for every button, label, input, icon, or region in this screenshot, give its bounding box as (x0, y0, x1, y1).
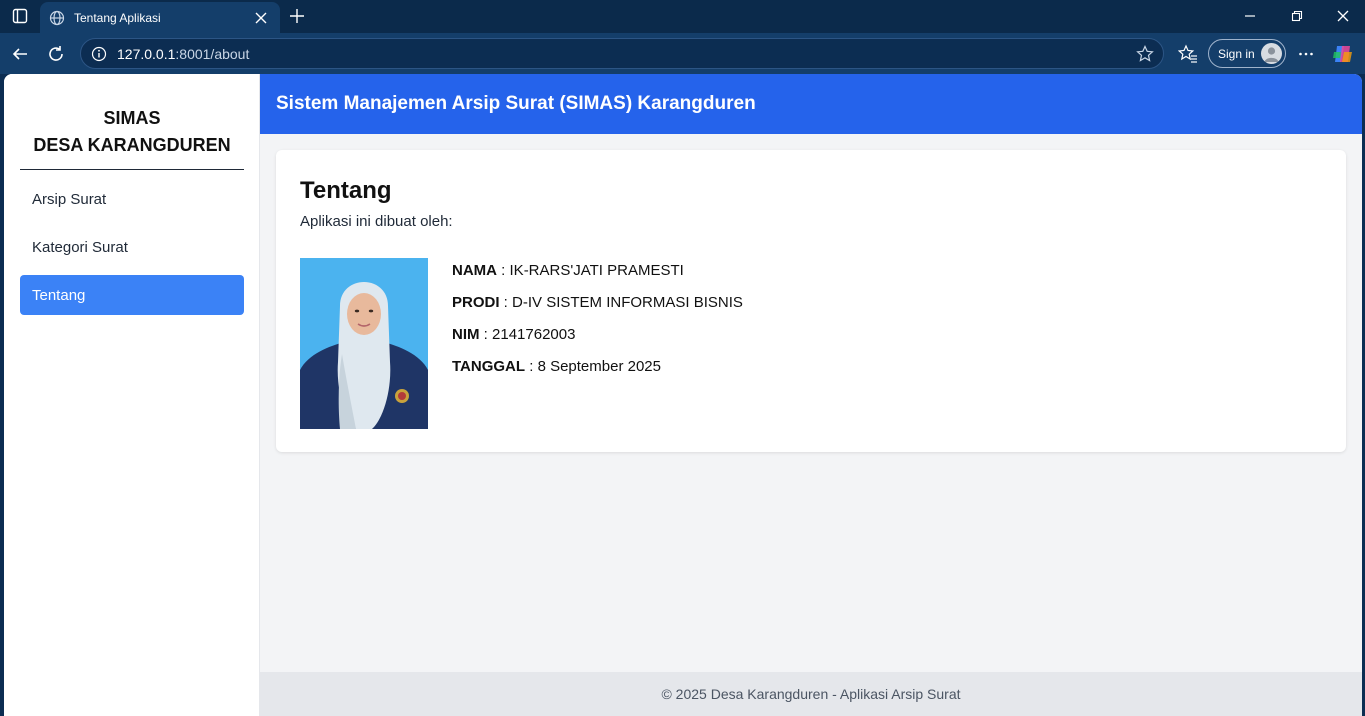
detail-nim: NIM : 2141762003 (452, 326, 576, 343)
sign-in-button[interactable]: Sign in (1208, 39, 1286, 68)
brand-title: SIMAS (103, 108, 161, 128)
more-options-icon[interactable] (1294, 42, 1318, 66)
footer-text: © 2025 Desa Karangduren - Aplikasi Arsip… (661, 686, 961, 702)
sidebar-item-tentang[interactable]: Tentang (20, 275, 244, 315)
url-text: 127.0.0.1:8001/about (117, 46, 249, 62)
profile-avatar-icon (1261, 43, 1282, 64)
detail-label: NIM (452, 326, 480, 343)
detail-value: 2141762003 (492, 326, 576, 343)
copilot-icon[interactable] (1331, 42, 1355, 66)
detail-label: NAMA (452, 262, 497, 279)
author-details: NAMA : IK-RARS'JATI PRAMESTI PRODI : D-I… (452, 260, 743, 388)
minimize-icon[interactable] (1238, 4, 1262, 28)
detail-value: 8 September 2025 (537, 358, 661, 375)
page-title: Tentang (300, 177, 392, 204)
about-subtitle: Aplikasi ini dibuat oleh: (300, 213, 453, 230)
sidebar: SIMAS DESA KARANGDUREN Arsip Surat Kateg… (4, 74, 260, 716)
sidebar-item-kategori-surat[interactable]: Kategori Surat (20, 227, 244, 267)
page-footer: © 2025 Desa Karangduren - Aplikasi Arsip… (260, 672, 1362, 716)
sidebar-item-arsip-surat[interactable]: Arsip Surat (20, 179, 244, 219)
url-host: 127.0.0.1 (117, 45, 176, 62)
detail-label: TANGGAL (452, 358, 526, 375)
page-header: Sistem Manajemen Arsip Surat (SIMAS) Kar… (260, 74, 1362, 134)
favorites-icon[interactable] (1176, 42, 1200, 66)
close-tab-icon[interactable] (252, 9, 270, 27)
address-bar[interactable]: 127.0.0.1:8001/about (80, 38, 1164, 69)
detail-tanggal: TANGGAL : 8 September 2025 (452, 358, 661, 375)
detail-value: IK-RARS'JATI PRAMESTI (509, 262, 684, 279)
tab-title: Tentang Aplikasi (74, 10, 161, 25)
favorite-star-icon[interactable] (1135, 44, 1155, 64)
tab-actions-icon[interactable] (8, 5, 32, 27)
close-window-icon[interactable] (1331, 4, 1355, 28)
browser-toolbar: 127.0.0.1:8001/about Sign in (0, 33, 1365, 74)
url-path: :8001/about (175, 45, 250, 62)
about-card: Tentang Aplikasi ini dibuat oleh: NAMA:… (276, 150, 1346, 452)
browser-titlebar: Tentang Aplikasi (0, 0, 1365, 33)
page-viewport: SIMAS DESA KARANGDUREN Arsip Surat Kateg… (4, 74, 1362, 716)
refresh-icon[interactable] (44, 42, 68, 66)
globe-icon (48, 9, 66, 27)
detail-value: D-IV SISTEM INFORMASI BISNIS (512, 294, 743, 311)
back-icon[interactable] (8, 42, 32, 66)
sign-in-label: Sign in (1218, 46, 1255, 61)
profile-photo (300, 258, 428, 429)
restore-icon[interactable] (1285, 4, 1309, 28)
detail-prodi: PRODI : D-IV SISTEM INFORMASI BISNIS (452, 294, 743, 311)
brand-subtitle: DESA KARANGDUREN (33, 135, 231, 155)
detail-nama: NAMA : IK-RARS'JATI PRAMESTI (452, 262, 684, 279)
detail-label: PRODI (452, 294, 500, 311)
browser-tab-active[interactable]: Tentang Aplikasi (40, 2, 280, 33)
site-info-icon[interactable] (91, 46, 107, 62)
new-tab-icon[interactable] (286, 5, 308, 27)
header-title: Sistem Manajemen Arsip Surat (SIMAS) Kar… (276, 93, 756, 114)
sidebar-brand: SIMAS DESA KARANGDUREN (20, 74, 244, 170)
